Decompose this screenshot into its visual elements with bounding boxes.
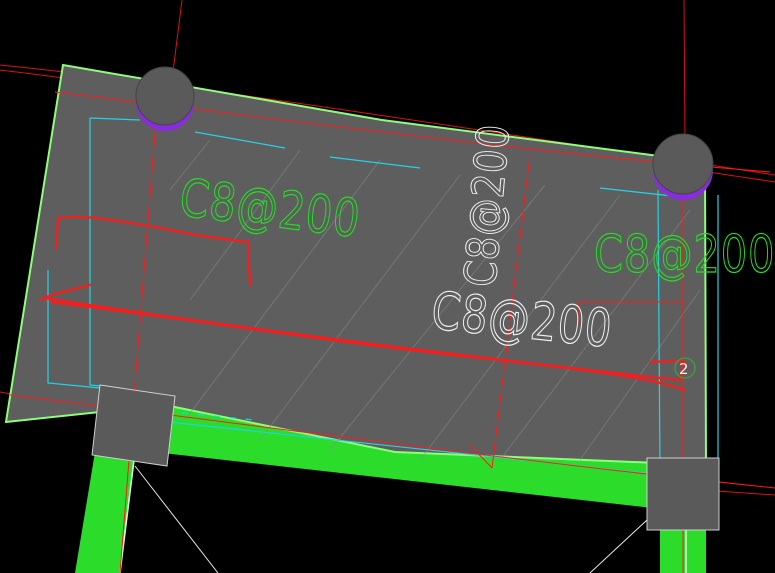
column-top-right[interactable] [652,133,714,200]
column-square-left[interactable] [91,384,176,467]
circle-marker-number: 2 [679,360,689,378]
column-square-right[interactable] [646,457,720,531]
column-top-left[interactable] [135,66,195,131]
cad-drawing-canvas[interactable]: C8@200 C8@200 C8@200 C8@200 2 [0,0,775,573]
rebar-label-right[interactable]: C8@200 [593,224,775,286]
